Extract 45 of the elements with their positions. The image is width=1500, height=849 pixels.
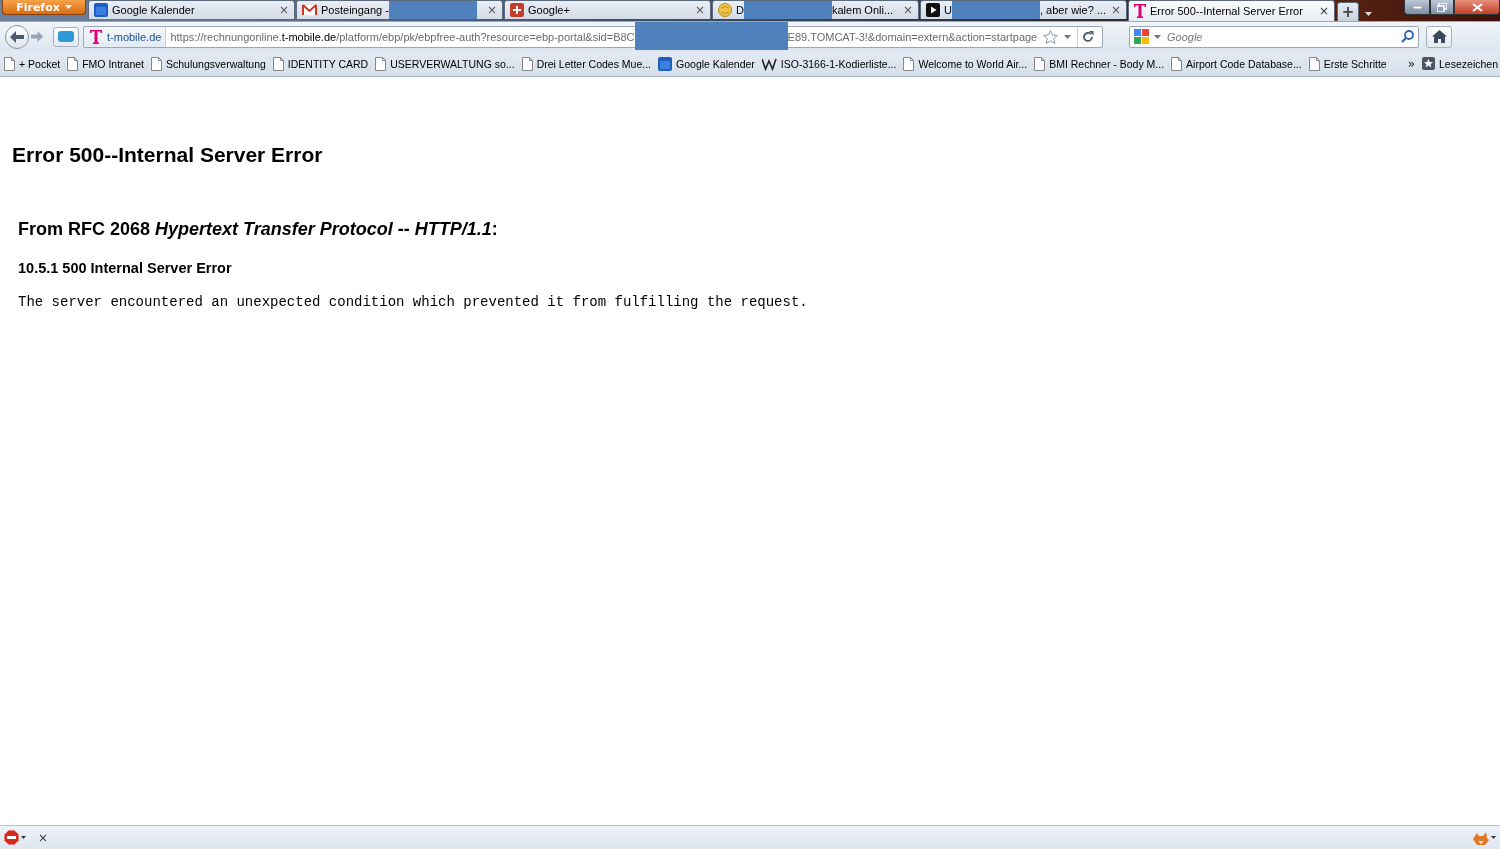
search-input[interactable]: Google <box>1165 29 1397 44</box>
bookmark-item[interactable]: FMO Intranet <box>82 57 144 70</box>
tab-title: D <box>736 4 744 16</box>
close-tab-button[interactable]: × <box>1316 4 1331 18</box>
bookmark-item[interactable]: BMI Rechner - Body M... <box>1049 57 1165 70</box>
section-heading: 10.5.1 500 Internal Server Error <box>18 260 232 276</box>
error-heading: Error 500--Internal Server Error <box>12 143 323 167</box>
source-heading: From RFC 2068 Hypertext Transfer Protocol -- HTTP/1.1: <box>18 219 498 240</box>
bookmark-item[interactable]: USERVERWALTUNG so... <box>390 57 515 70</box>
tab-title: Error 500--Internal Server Error <box>1150 5 1303 17</box>
tab-title: Posteingang - <box>321 4 389 16</box>
browser-tab[interactable]: U , aber wie? ... × <box>920 0 1127 19</box>
close-tab-button[interactable]: × <box>484 3 499 17</box>
bookmark-item[interactable]: Drei Letter Codes Mue... <box>536 57 652 70</box>
bookmarks-menu-button[interactable]: Lesezeichen <box>1439 57 1498 70</box>
tab-title: , aber wie? ... <box>1039 4 1106 16</box>
bookmark-item[interactable]: ISO-3166-1-Kodierliste... <box>780 57 897 70</box>
browser-tab[interactable]: Google Kalender × <box>88 0 295 19</box>
bookmark-item[interactable]: IDENTITY CARD <box>287 57 369 70</box>
bookmark-item[interactable]: Airport Code Database... <box>1186 57 1302 70</box>
new-tab-button[interactable]: + <box>1337 2 1359 21</box>
bookmark-item[interactable]: Schulungsverwaltung <box>166 57 266 70</box>
tab-title: kalem Onli... <box>831 4 894 16</box>
close-tab-button[interactable]: × <box>692 3 707 17</box>
close-addon-bar-button[interactable]: × <box>38 830 49 845</box>
close-tab-button[interactable]: × <box>1108 3 1123 17</box>
tab-title: Google+ <box>528 4 570 16</box>
search-bar[interactable]: Google <box>1129 25 1419 48</box>
close-tab-button[interactable]: × <box>276 3 291 17</box>
bookmark-item[interactable]: Welcome to World Air... <box>918 57 1028 70</box>
more-bookmarks-button[interactable]: » <box>1407 56 1416 71</box>
url-text: https://rechnungonline.t-mobile.de/platform/ebp/pk/ebpfree-auth?resource=ebp-portal&sid=B8C <box>169 30 635 43</box>
browser-tab[interactable]: Error 500--Internal Server Error × <box>1128 0 1335 21</box>
tab-title: U <box>944 4 952 16</box>
tab-title: Google Kalender <box>112 4 195 16</box>
address-bar[interactable]: t-mobile.de https://rechnungonline.t-mobile.de/platform/ebp/pk/ebpfree-auth?resource=ebp-portal&sid=B8C E89.TOMCAT-3!&domain=extern&action=startpage <box>83 25 1103 48</box>
close-tab-button[interactable]: × <box>900 3 915 17</box>
bookmark-item[interactable]: Google Kalender <box>676 57 755 70</box>
browser-tab[interactable]: Google+ × <box>504 0 711 19</box>
browser-tab[interactable]: Posteingang - × <box>296 0 503 19</box>
bookmark-item[interactable]: + Pocket <box>19 57 61 70</box>
error-message: The server encountered an unexpected condition which prevented it from fulfilling the request. <box>18 294 808 310</box>
browser-tab[interactable]: D kalem Onli... × <box>712 0 919 19</box>
url-text: E89.TOMCAT-3!&domain=extern&action=startpage <box>787 30 1038 43</box>
bookmark-item[interactable]: Erste Schritte <box>1323 57 1387 70</box>
